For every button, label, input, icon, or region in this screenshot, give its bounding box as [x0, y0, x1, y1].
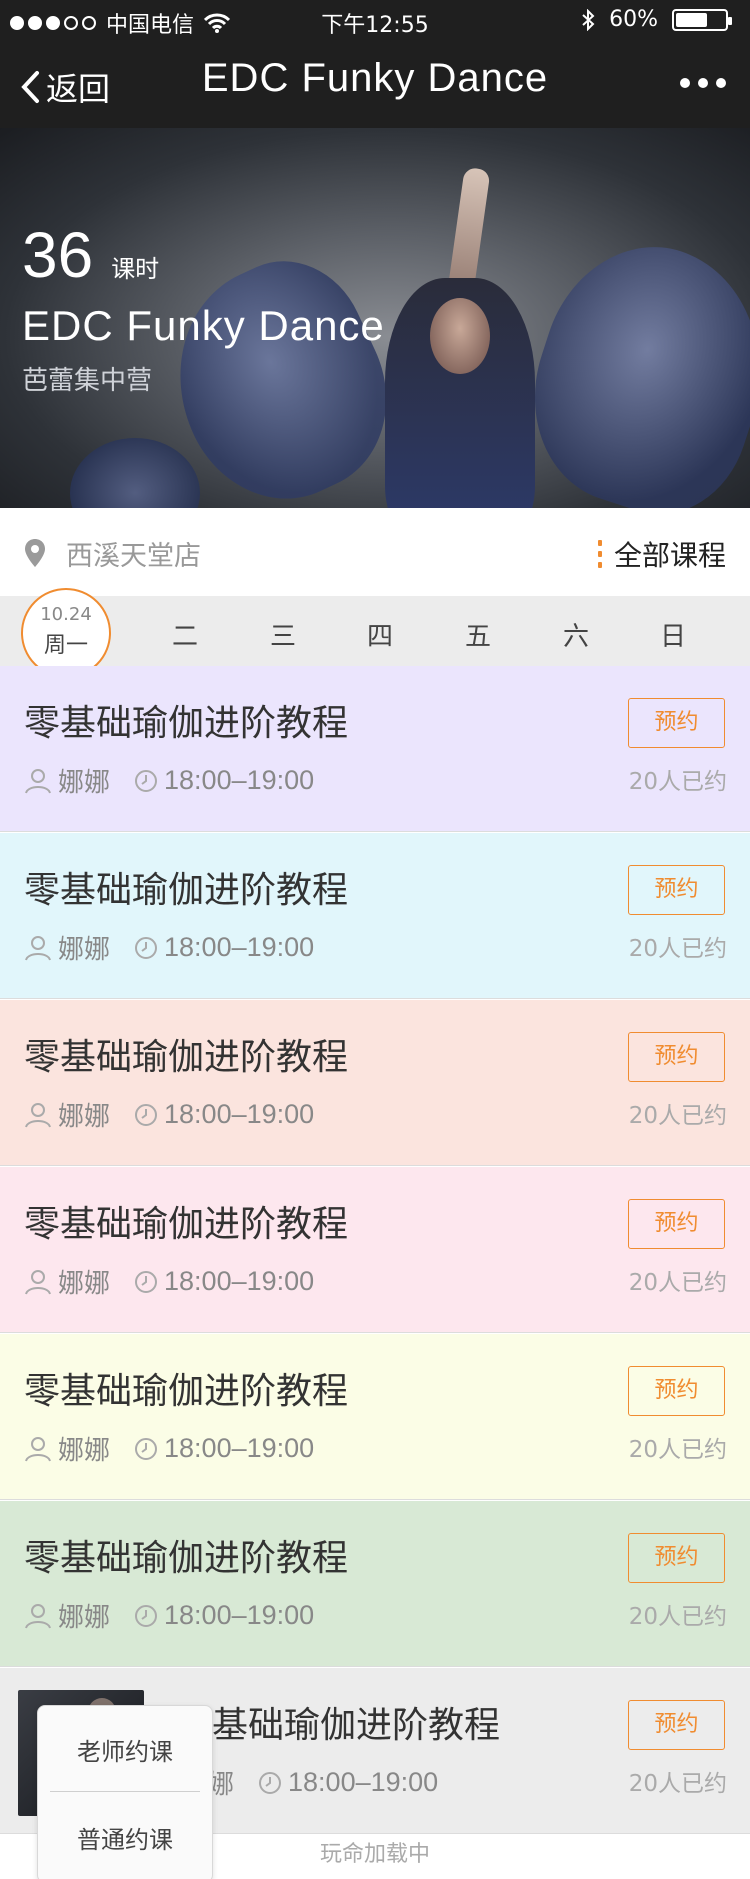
course-title: 零基础瑜伽进阶教程 — [24, 1538, 349, 1579]
today-date: 10.24 — [40, 604, 92, 625]
all-courses-button[interactable]: 全部课程 — [597, 534, 726, 574]
clock-icon — [135, 936, 158, 959]
course-item[interactable]: 零基础瑜伽进阶教程 娜娜 18:00–19:00 预约 20人已约 — [0, 1501, 750, 1667]
page-title: EDC Funky Dance — [201, 56, 549, 100]
day-wed[interactable]: 三 — [253, 616, 313, 653]
booked-count: 20人已约 — [628, 1103, 727, 1129]
all-courses-label: 全部课程 — [613, 539, 726, 572]
course-item[interactable]: 零基础瑜伽进阶教程 娜娜 18:00–19:00 预约 20人已约 — [0, 1334, 750, 1500]
location-pin-icon — [25, 539, 45, 567]
clock-icon — [259, 1771, 282, 1794]
course-time: 18:00–19:00 — [164, 1266, 315, 1296]
book-button[interactable]: 预约 — [628, 1199, 725, 1249]
teacher-icon — [25, 935, 51, 960]
battery-percent: 60% — [609, 7, 658, 32]
normal-booking-option[interactable]: 普通约课 — [38, 1820, 212, 1855]
course-item[interactable]: 零基础瑜伽进阶教程 娜娜 18:00–19:00 预约 20人已约 — [0, 1000, 750, 1166]
book-button[interactable]: 预约 — [628, 865, 725, 915]
course-item[interactable]: 零基础瑜伽进阶教程 娜娜 18:00–19:00 预约 20人已约 — [0, 833, 750, 999]
more-icon[interactable] — [680, 78, 726, 88]
booked-count: 20人已约 — [628, 1270, 727, 1296]
course-time: 18:00–19:00 — [164, 1433, 315, 1463]
battery-icon — [672, 8, 732, 31]
booked-count: 20人已约 — [628, 769, 727, 795]
book-button[interactable]: 预约 — [628, 1533, 725, 1583]
course-time: 18:00–19:00 — [164, 1099, 315, 1129]
day-fri[interactable]: 五 — [448, 616, 508, 653]
teacher-name: 娜娜 — [58, 1102, 111, 1132]
course-title: 零基础瑜伽进阶教程 — [24, 1204, 349, 1245]
course-title: 零基础瑜伽进阶教程 — [24, 1037, 349, 1078]
course-time: 18:00–19:00 — [288, 1767, 439, 1797]
book-button[interactable]: 预约 — [628, 1366, 725, 1416]
clock-icon — [135, 769, 158, 792]
bluetooth-icon — [582, 8, 595, 31]
course-item[interactable]: 零基础瑜伽进阶教程 娜娜 18:00–19:00 预约 20人已约 — [0, 1167, 750, 1333]
day-thu[interactable]: 四 — [350, 616, 410, 653]
day-sun[interactable]: 日 — [643, 616, 703, 653]
booked-count: 20人已约 — [628, 1604, 727, 1630]
course-hours: 36 课时 — [22, 218, 159, 292]
course-title: 零基础瑜伽进阶教程 — [24, 870, 349, 911]
course-title: 零基础瑜伽进阶教程 — [24, 703, 349, 744]
course-name: EDC Funky Dance — [22, 302, 385, 349]
day-sat[interactable]: 六 — [546, 616, 606, 653]
teacher-icon — [25, 1436, 51, 1461]
hours-unit: 课时 — [111, 255, 160, 283]
course-title: 零基础瑜伽进阶教程 — [176, 1705, 501, 1746]
teacher-name: 娜娜 — [58, 768, 111, 798]
teacher-icon — [25, 1603, 51, 1628]
hours-number: 36 — [22, 219, 94, 291]
clock-icon — [135, 1270, 158, 1293]
day-today[interactable]: 10.24 周一 — [21, 588, 111, 678]
dancer-photo — [430, 298, 490, 374]
book-button[interactable]: 预约 — [628, 698, 725, 748]
store-name[interactable]: 西溪天堂店 — [66, 534, 201, 573]
teacher-name: 娜娜 — [58, 1603, 111, 1633]
status-bar: 中国电信 下午12:55 60% — [0, 0, 750, 40]
teacher-name: 娜娜 — [58, 935, 111, 965]
hero-banner: 36 课时 EDC Funky Dance 芭蕾集中营 — [0, 128, 750, 508]
booked-count: 20人已约 — [628, 1437, 727, 1463]
course-item[interactable]: 零基础瑜伽进阶教程 娜娜 18:00–19:00 预约 20人已约 — [0, 666, 750, 832]
menu-icon — [597, 540, 602, 568]
teacher-icon — [25, 768, 51, 793]
teacher-icon — [25, 1269, 51, 1294]
booked-count: 20人已约 — [628, 936, 727, 962]
booking-type-menu: 老师约课 普通约课 — [37, 1705, 213, 1879]
book-button[interactable]: 预约 — [628, 1032, 725, 1082]
day-tue[interactable]: 二 — [155, 616, 215, 653]
teacher-booking-option[interactable]: 老师约课 — [38, 1732, 212, 1767]
clock-icon — [135, 1103, 158, 1126]
location-bar: 西溪天堂店 全部课程 — [0, 508, 750, 596]
course-time: 18:00–19:00 — [164, 1600, 315, 1630]
course-time: 18:00–19:00 — [164, 765, 315, 795]
nav-bar: 返回 EDC Funky Dance — [0, 40, 750, 128]
week-selector: 10.24 周一 二 三 四 五 六 日 — [0, 588, 750, 678]
menu-divider — [50, 1791, 200, 1792]
course-time: 18:00–19:00 — [164, 932, 315, 962]
teacher-name: 娜娜 — [58, 1436, 111, 1466]
course-subtitle: 芭蕾集中营 — [22, 366, 153, 396]
booked-count: 20人已约 — [628, 1771, 727, 1797]
today-weekday: 周一 — [43, 633, 88, 658]
book-button[interactable]: 预约 — [628, 1700, 725, 1750]
teacher-icon — [25, 1102, 51, 1127]
course-title: 零基础瑜伽进阶教程 — [24, 1371, 349, 1412]
clock-icon — [135, 1604, 158, 1627]
teacher-name: 娜娜 — [58, 1269, 111, 1299]
clock-icon — [135, 1437, 158, 1460]
